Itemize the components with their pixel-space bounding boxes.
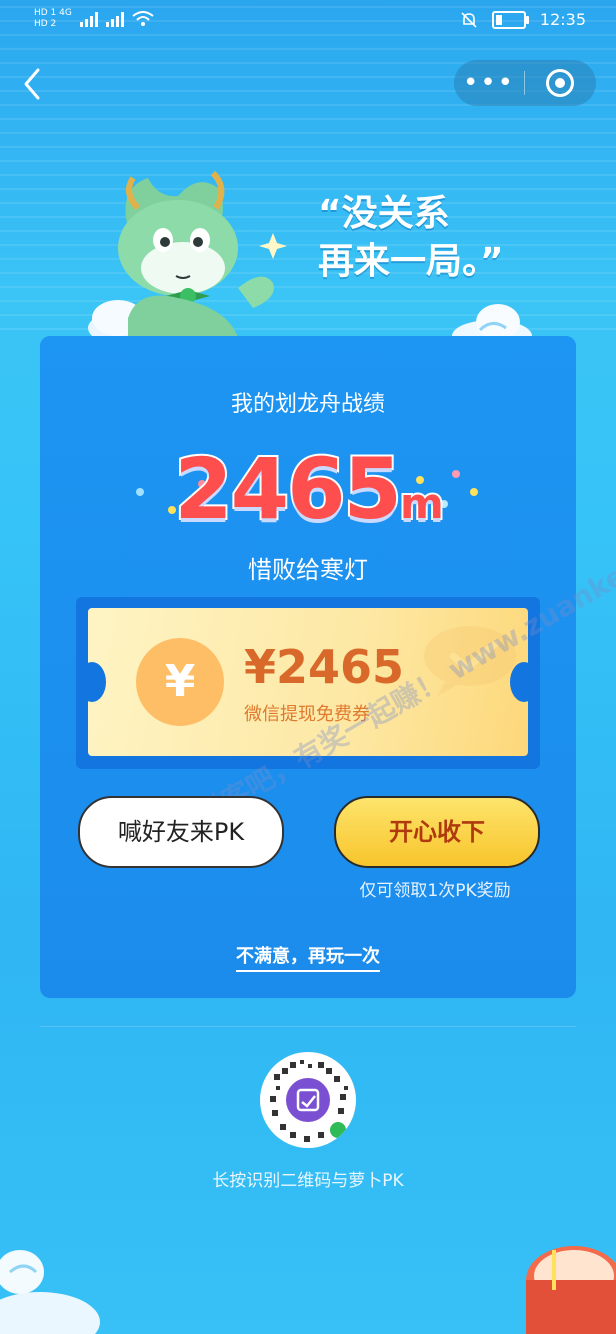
status-bar: HD 1 4G HD 2 12:35 (0, 0, 616, 44)
target-close-icon (546, 69, 574, 97)
invite-friend-pk-button[interactable]: 喊好友来PK (78, 796, 284, 868)
mini-program-capsule: ••• (454, 60, 596, 106)
signal-icon (79, 11, 98, 27)
mini-program-qr-code[interactable] (260, 1052, 356, 1148)
back-arrow-icon[interactable] (18, 66, 48, 102)
accept-reward-button[interactable]: 开心收下 (334, 796, 540, 868)
close-button[interactable] (525, 69, 595, 97)
network-indicators: HD 1 4G HD 2 (34, 8, 72, 30)
network-line-2: HD 2 (34, 19, 57, 29)
clock: 12:35 (539, 10, 586, 29)
hero-quote: “没关系 再来一局。” (318, 190, 504, 286)
replay-link[interactable]: 不满意，再玩一次 (236, 946, 380, 972)
distance-score: 2465m (0, 438, 616, 540)
card-title: 我的划龙舟战绩 (230, 392, 385, 417)
qr-code-icon (270, 1060, 348, 1142)
drum-decoration-icon (526, 1246, 616, 1334)
battery-icon (491, 10, 529, 29)
wifi-icon (132, 11, 154, 26)
quote-line-1: “没关系 (318, 193, 450, 234)
distance-value: 2465 (172, 438, 404, 540)
section-divider (40, 1026, 576, 1027)
signal-icon-2 (105, 11, 124, 27)
cloud-decoration-bottom (0, 1250, 100, 1334)
dragon-mascot-illustration (88, 170, 287, 343)
result-text: 惜败给寒灯 (248, 556, 368, 584)
network-line-1: HD 1 4G (34, 8, 72, 18)
coupon-notch-left (78, 662, 106, 702)
quote-line-2: 再来一局。” (318, 241, 504, 282)
more-dots-icon[interactable]: ••• (454, 60, 524, 106)
reward-limit-note: 仅可领取1次PK奖励 (359, 881, 511, 901)
coupon-amount: ¥2465 (244, 640, 405, 694)
qr-caption: 长按识别二维码与萝卜PK (212, 1171, 404, 1191)
distance-unit: m (398, 477, 446, 530)
replay-link-container: 不满意，再玩一次 (0, 942, 616, 972)
yuan-coin-icon: ¥ (136, 638, 224, 726)
mute-bell-icon (461, 11, 477, 28)
